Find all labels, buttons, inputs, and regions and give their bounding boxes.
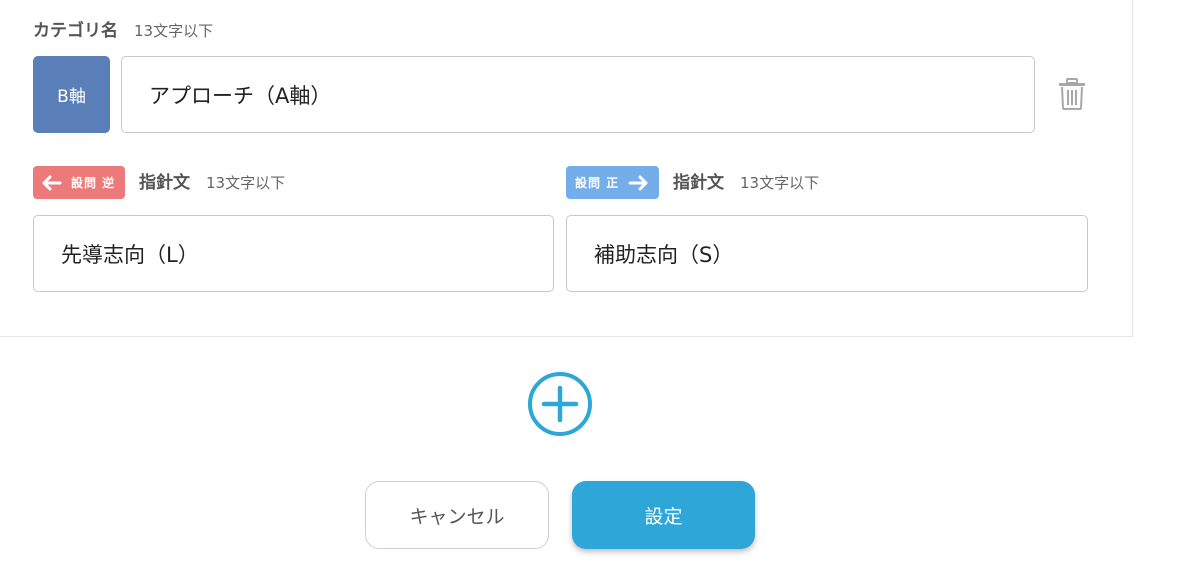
forward-question-badge: 設問 正	[566, 166, 659, 199]
cancel-button[interactable]: キャンセル	[365, 481, 549, 549]
reverse-guide-title: 指針文	[139, 173, 190, 193]
category-card: カテゴリ名 13文字以下 B軸 設問 逆 指針文 13文字以下 設問 正	[0, 0, 1133, 337]
plus-circle-icon[interactable]	[527, 371, 593, 437]
reverse-guide-hint: 13文字以下	[206, 174, 286, 192]
forward-guide-input[interactable]	[566, 215, 1088, 292]
category-label-row: カテゴリ名 13文字以下	[33, 16, 213, 41]
reverse-guide-label-row: 指針文 13文字以下	[139, 168, 285, 193]
reverse-guide-input[interactable]	[33, 215, 554, 292]
trash-icon[interactable]	[1058, 78, 1086, 110]
submit-button[interactable]: 設定	[572, 481, 755, 549]
forward-guide-hint: 13文字以下	[740, 174, 820, 192]
arrow-right-icon	[627, 174, 651, 192]
axis-badge: B軸	[33, 56, 110, 133]
forward-guide-label-row: 指針文 13文字以下	[673, 168, 819, 193]
category-name-title: カテゴリ名	[33, 21, 118, 41]
forward-badge-text: 設問 正	[575, 176, 620, 190]
reverse-question-badge: 設問 逆	[33, 166, 125, 199]
arrow-left-icon	[39, 174, 63, 192]
category-name-input[interactable]	[121, 56, 1035, 133]
reverse-badge-text: 設問 逆	[71, 176, 116, 190]
forward-guide-title: 指針文	[673, 173, 724, 193]
category-name-hint: 13文字以下	[134, 22, 214, 40]
